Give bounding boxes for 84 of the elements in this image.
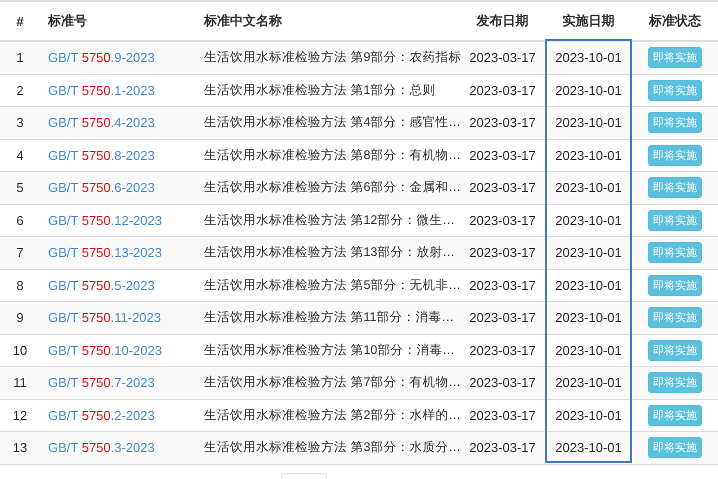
effective-date: 2023-10-01 (555, 408, 622, 423)
effective-date: 2023-10-01 (555, 245, 622, 260)
row-number: 6 (16, 212, 24, 228)
effective-date: 2023-10-01 (555, 148, 622, 163)
column-header: 发布日期 (476, 12, 528, 30)
standard-number-link[interactable]: GB/T 5750.1-2023 (48, 82, 155, 98)
column-header: 标准号 (48, 12, 87, 30)
column-header: 标准状态 (649, 12, 701, 30)
row-number: 3 (16, 115, 24, 130)
standard-name: 生活饮用水标准检验方法 第1部分：总则 (204, 82, 436, 99)
publish-date: 2023-03-17 (469, 212, 536, 228)
effective-date: 2023-10-01 (555, 278, 622, 293)
effective-date: 2023-10-01 (555, 180, 622, 196)
publish-date: 2023-03-17 (469, 440, 536, 456)
row-number: 11 (13, 375, 27, 390)
standard-number-link[interactable]: GB/T 5750.2-2023 (48, 408, 155, 423)
status-badge: 即将实施 (648, 372, 702, 394)
effective-date: 2023-10-01 (555, 440, 622, 456)
status-badge: 即将实施 (648, 144, 702, 166)
standard-name: 生活饮用水标准检验方法 第10部分：消毒… (204, 342, 455, 359)
row-number: 8 (16, 278, 24, 293)
standard-number-link[interactable]: GB/T 5750.9-2023 (48, 50, 155, 66)
standard-number-link[interactable]: GB/T 5750.5-2023 (48, 278, 155, 293)
row-number: 5 (16, 180, 24, 196)
standard-name: 生活饮用水标准检验方法 第5部分：无机非… (204, 276, 461, 294)
status-badge: 即将实施 (648, 437, 702, 458)
column-header: # (16, 14, 24, 28)
status-badge: 即将实施 (648, 112, 702, 134)
effective-date: 2023-10-01 (555, 115, 622, 130)
publish-date: 2023-03-17 (469, 310, 536, 326)
row-number: 2 (16, 82, 24, 98)
row-number: 7 (16, 245, 24, 260)
standard-name: 生活饮用水标准检验方法 第12部分：微生… (204, 212, 455, 229)
status-badge: 即将实施 (648, 242, 702, 264)
row-number: 1 (16, 50, 24, 66)
publish-date: 2023-03-17 (469, 115, 536, 130)
standard-number-link[interactable]: GB/T 5750.8-2023 (48, 148, 155, 163)
standard-name: 生活饮用水标准检验方法 第3部分：水质分… (204, 439, 461, 456)
standard-name: 生活饮用水标准检验方法 第9部分：农药指标 (204, 49, 462, 66)
standard-name: 生活饮用水标准检验方法 第11部分：消毒… (204, 309, 454, 326)
publish-date: 2023-03-17 (469, 82, 536, 98)
effective-date: 2023-10-01 (555, 50, 622, 66)
column-header: 标准中文名称 (204, 12, 282, 30)
publish-date: 2023-03-17 (469, 342, 536, 358)
status-badge: 即将实施 (648, 307, 702, 328)
standard-number-link[interactable]: GB/T 5750.13-2023 (48, 245, 162, 260)
standard-number-link[interactable]: GB/T 5750.11-2023 (48, 310, 161, 326)
effective-date: 2023-10-01 (555, 375, 622, 390)
effective-date: 2023-10-01 (555, 82, 622, 98)
publish-date: 2023-03-17 (469, 245, 536, 260)
publish-date: 2023-03-17 (469, 148, 536, 163)
standard-name: 生活饮用水标准检验方法 第4部分：感官性… (204, 114, 461, 132)
standard-number-link[interactable]: GB/T 5750.3-2023 (48, 440, 155, 456)
standard-name: 生活饮用水标准检验方法 第2部分：水样的… (204, 406, 461, 424)
status-badge: 即将实施 (648, 177, 702, 198)
row-number: 12 (12, 408, 28, 423)
standard-name: 生活饮用水标准检验方法 第8部分：有机物… (204, 146, 461, 164)
standard-number-link[interactable]: GB/T 5750.10-2023 (48, 342, 162, 358)
publish-date: 2023-03-17 (469, 375, 536, 390)
status-badge: 即将实施 (648, 80, 702, 101)
publish-date: 2023-03-17 (469, 408, 536, 423)
row-number: 4 (16, 148, 24, 163)
standard-name: 生活饮用水标准检验方法 第6部分：金属和… (204, 179, 461, 196)
standard-number-link[interactable]: GB/T 5750.7-2023 (48, 375, 155, 390)
effective-date: 2023-10-01 (555, 310, 622, 326)
effective-date: 2023-10-01 (555, 212, 622, 228)
publish-date: 2023-03-17 (469, 50, 536, 66)
standard-number-link[interactable]: GB/T 5750.6-2023 (48, 180, 155, 196)
publish-date: 2023-03-17 (469, 180, 536, 196)
status-badge: 即将实施 (648, 210, 702, 231)
row-number: 10 (12, 342, 28, 358)
status-badge: 即将实施 (648, 340, 702, 361)
standard-number-link[interactable]: GB/T 5750.12-2023 (48, 212, 162, 228)
status-badge: 即将实施 (648, 404, 702, 426)
effective-date: 2023-10-01 (555, 342, 622, 358)
standard-number-link[interactable]: GB/T 5750.4-2023 (48, 115, 155, 130)
row-number: 9 (16, 310, 24, 326)
row-number: 13 (12, 440, 28, 456)
column-header: 实施日期 (562, 12, 614, 30)
publish-date: 2023-03-17 (469, 278, 536, 293)
standard-name: 生活饮用水标准检验方法 第7部分：有机物… (204, 374, 461, 392)
status-badge: 即将实施 (648, 47, 702, 68)
status-badge: 即将实施 (648, 274, 702, 296)
standard-name: 生活饮用水标准检验方法 第13部分：放射… (204, 244, 455, 262)
